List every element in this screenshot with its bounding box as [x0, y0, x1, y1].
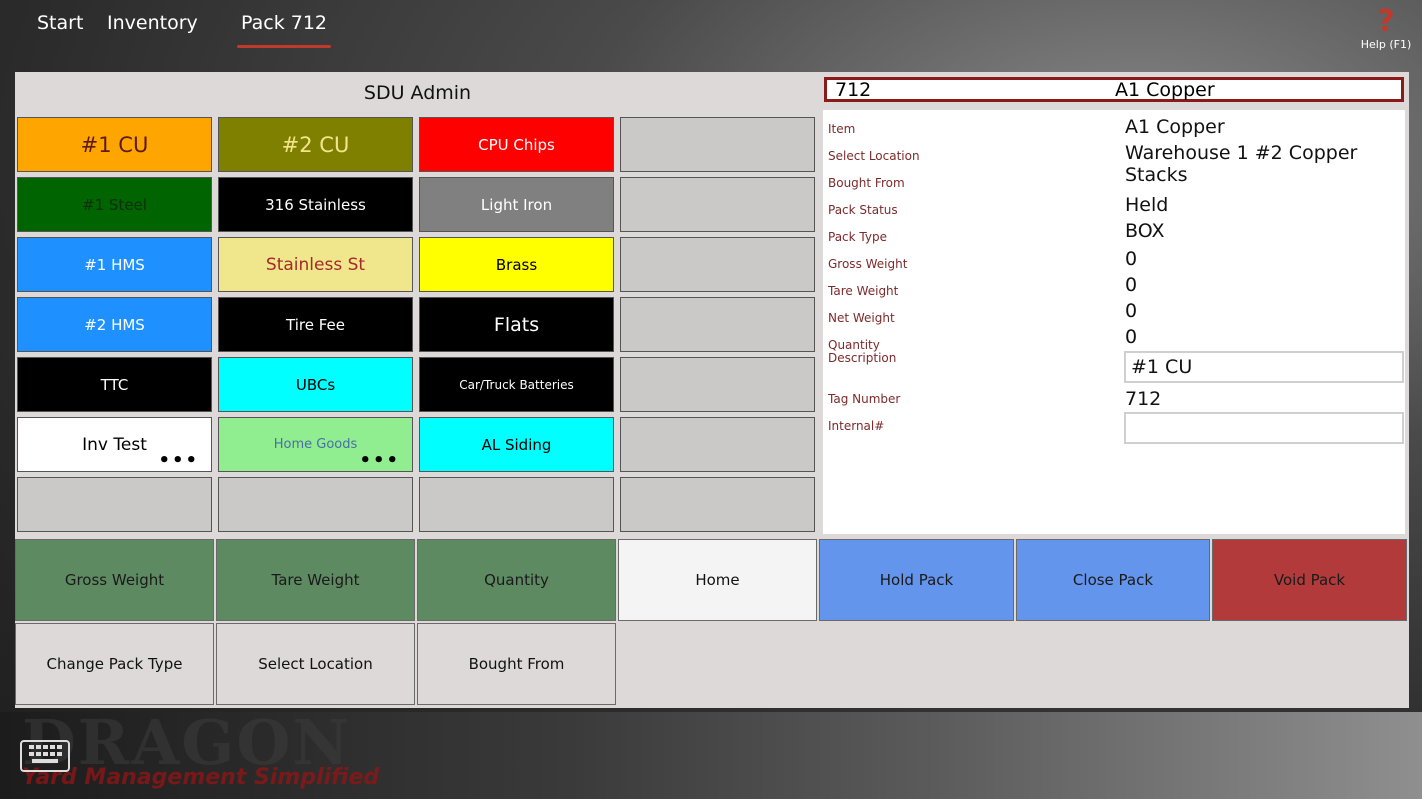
tile-label: Home Goods	[273, 437, 358, 452]
tile-stainless-st[interactable]: Stainless St	[218, 237, 413, 292]
quantity-button[interactable]: Quantity	[417, 539, 616, 621]
keyboard-icon[interactable]	[20, 740, 70, 772]
net-weight-label: Net Weight	[828, 311, 895, 325]
more-options-icon[interactable]: •••	[359, 452, 400, 470]
tile-empty[interactable]	[620, 357, 815, 412]
tile-label: UBCs	[295, 375, 336, 394]
panel-title: SDU Admin	[363, 82, 472, 104]
tile-1-hms[interactable]: #1 HMS	[17, 237, 212, 292]
tile-empty[interactable]	[218, 477, 413, 532]
select-location-label: Select Location	[828, 149, 920, 163]
tare-weight-button[interactable]: Tare Weight	[216, 539, 415, 621]
hold-pack-button[interactable]: Hold Pack	[819, 539, 1014, 621]
description-field[interactable]: #1 CU	[1124, 351, 1404, 383]
tile-empty[interactable]	[17, 477, 212, 532]
gross-weight-button[interactable]: Gross Weight	[15, 539, 214, 621]
tile-label: Brass	[495, 255, 538, 274]
internal-field[interactable]	[1124, 412, 1404, 444]
void-pack-button[interactable]: Void Pack	[1212, 539, 1407, 621]
pack-header: 712 A1 Copper	[824, 77, 1404, 102]
nav-start[interactable]: Start	[37, 12, 83, 34]
tile-empty[interactable]	[620, 477, 815, 532]
tile-car-truck-batteries[interactable]: Car/Truck Batteries	[419, 357, 614, 412]
item-value: A1 Copper	[1125, 116, 1225, 138]
tag-number-label: Tag Number	[828, 392, 901, 406]
tile-empty[interactable]	[620, 417, 815, 472]
tile-label: Flats	[493, 313, 540, 336]
tile-label: CPU Chips	[478, 135, 555, 154]
pack-status-label: Pack Status	[828, 203, 898, 217]
pack-item-name: A1 Copper	[1115, 79, 1215, 101]
description-label: Description	[828, 351, 897, 365]
top-navigation: Start Inventory Pack 712 ? Help (F1)	[0, 0, 1422, 70]
tile-316-stainless[interactable]: 316 Stainless	[218, 177, 413, 232]
tile-al-siding[interactable]: AL Siding	[419, 417, 614, 472]
tile-empty[interactable]	[620, 237, 815, 292]
tile-label: #1 CU	[80, 132, 149, 157]
tile-label: AL Siding	[481, 435, 552, 454]
tile-label: #2 CU	[281, 132, 350, 157]
tile-home-goods[interactable]: Home Goods •••	[218, 417, 413, 472]
close-pack-button[interactable]: Close Pack	[1016, 539, 1210, 621]
internal-label: Internal#	[828, 419, 885, 433]
bought-from-label: Bought From	[828, 176, 905, 190]
gross-weight-value: 0	[1125, 248, 1138, 270]
tile-empty[interactable]	[419, 477, 614, 532]
tare-weight-label: Tare Weight	[828, 284, 899, 298]
tile-inv-test[interactable]: Inv Test •••	[17, 417, 212, 472]
tile-label: #2 HMS	[84, 315, 145, 334]
tile-label: Stainless St	[265, 254, 366, 275]
tag-number-value: 712	[1125, 388, 1162, 410]
pack-panel: SDU Admin #1 CU #2 CU CPU Chips #1 Steel 316…	[15, 72, 1409, 708]
tile-empty[interactable]	[620, 177, 815, 232]
home-button[interactable]: Home	[618, 539, 817, 621]
tile-1-steel[interactable]: #1 Steel	[17, 177, 212, 232]
tile-tire-fee[interactable]: Tire Fee	[218, 297, 413, 352]
tile-2-hms[interactable]: #2 HMS	[17, 297, 212, 352]
change-pack-type-button[interactable]: Change Pack Type	[15, 623, 214, 705]
pack-status-value: Held	[1125, 194, 1169, 216]
footer-tagline: Yard Management Simplified	[22, 765, 380, 790]
tile-label: Tire Fee	[286, 315, 345, 334]
tile-label: #1 Steel	[82, 195, 147, 214]
tile-cpu-chips[interactable]: CPU Chips	[419, 117, 614, 172]
tile-flats[interactable]: Flats	[419, 297, 614, 352]
help-button[interactable]: ? Help (F1)	[1358, 4, 1414, 52]
tile-empty[interactable]	[620, 117, 815, 172]
pack-details: Description #1 CU Tag Number 712 Interna…	[823, 110, 1405, 534]
tile-label: #1 HMS	[84, 255, 145, 274]
tile-label: Inv Test	[82, 434, 147, 455]
tile-empty[interactable]	[620, 297, 815, 352]
tile-label: Car/Truck Batteries	[459, 377, 574, 392]
select-location-button[interactable]: Select Location	[216, 623, 415, 705]
tile-1-cu[interactable]: #1 CU	[17, 117, 212, 172]
quantity-value: 0	[1125, 326, 1138, 348]
tile-label: TTC	[100, 375, 129, 394]
gross-weight-label: Gross Weight	[828, 257, 908, 271]
pack-tag: 712	[835, 79, 872, 101]
help-label: Help (F1)	[1360, 38, 1412, 51]
tile-label: Light Iron	[480, 195, 553, 214]
tare-weight-value: 0	[1125, 274, 1138, 296]
net-weight-value: 0	[1125, 300, 1138, 322]
pack-type-value: BOX	[1125, 220, 1165, 242]
item-label: Item	[828, 122, 856, 136]
tile-ttc[interactable]: TTC	[17, 357, 212, 412]
tile-light-iron[interactable]: Light Iron	[419, 177, 614, 232]
tile-brass[interactable]: Brass	[419, 237, 614, 292]
select-location-value: Warehouse 1 #2 Copper Stacks	[1125, 142, 1358, 186]
nav-inventory[interactable]: Inventory	[107, 12, 198, 34]
bought-from-button[interactable]: Bought From	[417, 623, 616, 705]
pack-type-label: Pack Type	[828, 230, 887, 244]
question-mark-icon: ?	[1377, 4, 1395, 39]
tile-2-cu[interactable]: #2 CU	[218, 117, 413, 172]
tile-ubcs[interactable]: UBCs	[218, 357, 413, 412]
more-options-icon[interactable]: •••	[158, 452, 199, 470]
tile-label: 316 Stainless	[265, 195, 366, 214]
quantity-label: Quantity	[828, 338, 880, 352]
nav-pack[interactable]: Pack 712	[236, 12, 332, 48]
